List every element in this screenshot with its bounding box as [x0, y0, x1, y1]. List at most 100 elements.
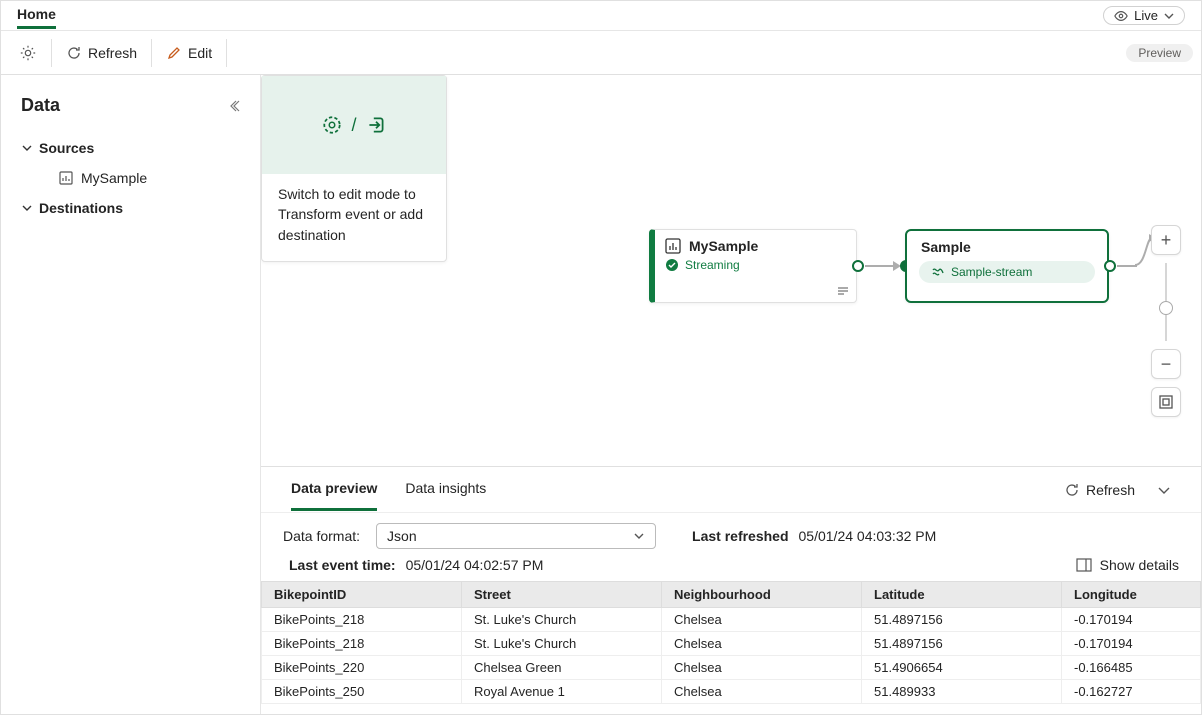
stream-node-title: Sample — [907, 231, 1107, 261]
show-details-button[interactable]: Show details — [1076, 557, 1179, 573]
show-details-label: Show details — [1100, 557, 1179, 573]
fit-icon — [1158, 394, 1174, 410]
refresh-button[interactable]: Refresh — [56, 39, 147, 67]
tab-home[interactable]: Home — [17, 2, 56, 29]
destinations-section[interactable]: Destinations — [21, 192, 244, 224]
data-format-select[interactable]: Json — [376, 523, 656, 549]
flow-canvas[interactable]: MySample Streaming Sample Sample-st — [261, 75, 1201, 466]
refresh-icon — [1064, 482, 1080, 498]
table-row[interactable]: BikePoints_250Royal Avenue 1Chelsea51.48… — [262, 680, 1201, 704]
live-dropdown[interactable]: Live — [1103, 6, 1185, 25]
table-cell: 51.4906654 — [862, 656, 1062, 680]
port-out[interactable] — [852, 260, 864, 272]
table-cell: Chelsea — [662, 680, 862, 704]
refresh-icon — [66, 45, 82, 61]
collapse-icon[interactable] — [230, 99, 244, 113]
preview-table-wrap[interactable]: BikepointID Street Neighbourhood Latitud… — [261, 581, 1201, 714]
chevron-down-icon — [21, 202, 33, 214]
chevron-down-icon — [21, 142, 33, 154]
chevron-down-icon — [633, 530, 645, 542]
port-out[interactable] — [1104, 260, 1116, 272]
transform-icon — [321, 114, 343, 136]
source-node[interactable]: MySample Streaming — [649, 229, 857, 303]
table-cell: St. Luke's Church — [462, 608, 662, 632]
table-cell: BikePoints_220 — [262, 656, 462, 680]
table-cell: -0.170194 — [1062, 632, 1201, 656]
zoom-out-button[interactable]: − — [1151, 349, 1181, 379]
source-node-options[interactable] — [836, 284, 850, 298]
col-street[interactable]: Street — [462, 582, 662, 608]
zoom-controls: + − — [1151, 225, 1181, 417]
table-cell: -0.170194 — [1062, 608, 1201, 632]
data-format-value: Json — [387, 528, 417, 544]
chevron-down-icon — [1164, 11, 1174, 21]
table-row[interactable]: BikePoints_218St. Luke's ChurchChelsea51… — [262, 632, 1201, 656]
source-item-mysample[interactable]: MySample — [21, 164, 244, 192]
list-icon — [836, 284, 850, 298]
col-latitude[interactable]: Latitude — [862, 582, 1062, 608]
stream-chip[interactable]: Sample-stream — [919, 261, 1095, 283]
refresh-label: Refresh — [88, 45, 137, 61]
last-event-value: 05/01/24 04:02:57 PM — [406, 557, 544, 573]
col-neighbourhood[interactable]: Neighbourhood — [662, 582, 862, 608]
toolbar-separator — [151, 39, 152, 67]
settings-button[interactable] — [9, 38, 47, 68]
stream-node[interactable]: Sample Sample-stream — [905, 229, 1109, 303]
fit-button[interactable] — [1151, 387, 1181, 417]
table-cell: -0.162727 — [1062, 680, 1201, 704]
edit-icon — [166, 45, 182, 61]
eye-icon — [1114, 9, 1128, 23]
bar-chart-icon — [59, 171, 73, 185]
tab-data-preview[interactable]: Data preview — [291, 468, 377, 511]
preview-panel: Data preview Data insights Refresh Data … — [261, 466, 1201, 714]
toolbar-separator — [226, 39, 227, 67]
table-cell: BikePoints_218 — [262, 632, 462, 656]
edit-button[interactable]: Edit — [156, 39, 222, 67]
col-longitude[interactable]: Longitude — [1062, 582, 1201, 608]
zoom-in-button[interactable]: + — [1151, 225, 1181, 255]
stream-chip-label: Sample-stream — [951, 265, 1032, 279]
table-cell: -0.166485 — [1062, 656, 1201, 680]
destinations-label: Destinations — [39, 200, 123, 216]
sources-section[interactable]: Sources — [21, 132, 244, 164]
edit-label: Edit — [188, 45, 212, 61]
sidebar-title: Data — [21, 95, 60, 116]
output-icon — [365, 114, 387, 136]
destination-icons: / — [262, 76, 446, 174]
source-item-label: MySample — [81, 170, 147, 186]
table-cell: 51.489933 — [862, 680, 1062, 704]
preview-refresh-label: Refresh — [1086, 482, 1135, 498]
destination-placeholder-node[interactable]: / Switch to edit mode to Transform event… — [261, 75, 447, 262]
table-cell: Chelsea — [662, 632, 862, 656]
table-cell: BikePoints_250 — [262, 680, 462, 704]
table-row[interactable]: BikePoints_218St. Luke's ChurchChelsea51… — [262, 608, 1201, 632]
last-event-label: Last event time: — [289, 557, 396, 573]
table-cell: Chelsea Green — [462, 656, 662, 680]
last-refreshed-value: 05/01/24 04:03:32 PM — [799, 528, 937, 544]
table-cell: BikePoints_218 — [262, 608, 462, 632]
col-bikepointid[interactable]: BikepointID — [262, 582, 462, 608]
table-cell: Chelsea — [662, 608, 862, 632]
bar-chart-icon — [665, 238, 681, 254]
slash-label: / — [351, 115, 356, 136]
tab-data-insights[interactable]: Data insights — [405, 468, 486, 511]
sources-label: Sources — [39, 140, 94, 156]
data-sidebar: Data Sources MySample Destinations — [1, 75, 261, 714]
zoom-slider[interactable] — [1165, 263, 1167, 341]
details-icon — [1076, 558, 1092, 572]
source-node-title: MySample — [689, 238, 758, 254]
table-cell: Royal Avenue 1 — [462, 680, 662, 704]
table-cell: St. Luke's Church — [462, 632, 662, 656]
table-row[interactable]: BikePoints_220Chelsea GreenChelsea51.490… — [262, 656, 1201, 680]
preview-refresh-button[interactable]: Refresh — [1054, 476, 1145, 504]
table-cell: Chelsea — [662, 656, 862, 680]
source-node-status: Streaming — [685, 258, 740, 272]
tab-bar: Home Live — [1, 1, 1201, 31]
last-refreshed-label: Last refreshed — [692, 528, 788, 544]
preview-badge[interactable]: Preview — [1126, 44, 1193, 62]
toolbar: Refresh Edit Preview — [1, 31, 1201, 75]
destination-hint-text: Switch to edit mode to Transform event o… — [262, 174, 446, 261]
zoom-thumb[interactable] — [1159, 301, 1173, 315]
chevron-down-icon[interactable] — [1157, 483, 1171, 497]
live-label: Live — [1134, 8, 1158, 23]
